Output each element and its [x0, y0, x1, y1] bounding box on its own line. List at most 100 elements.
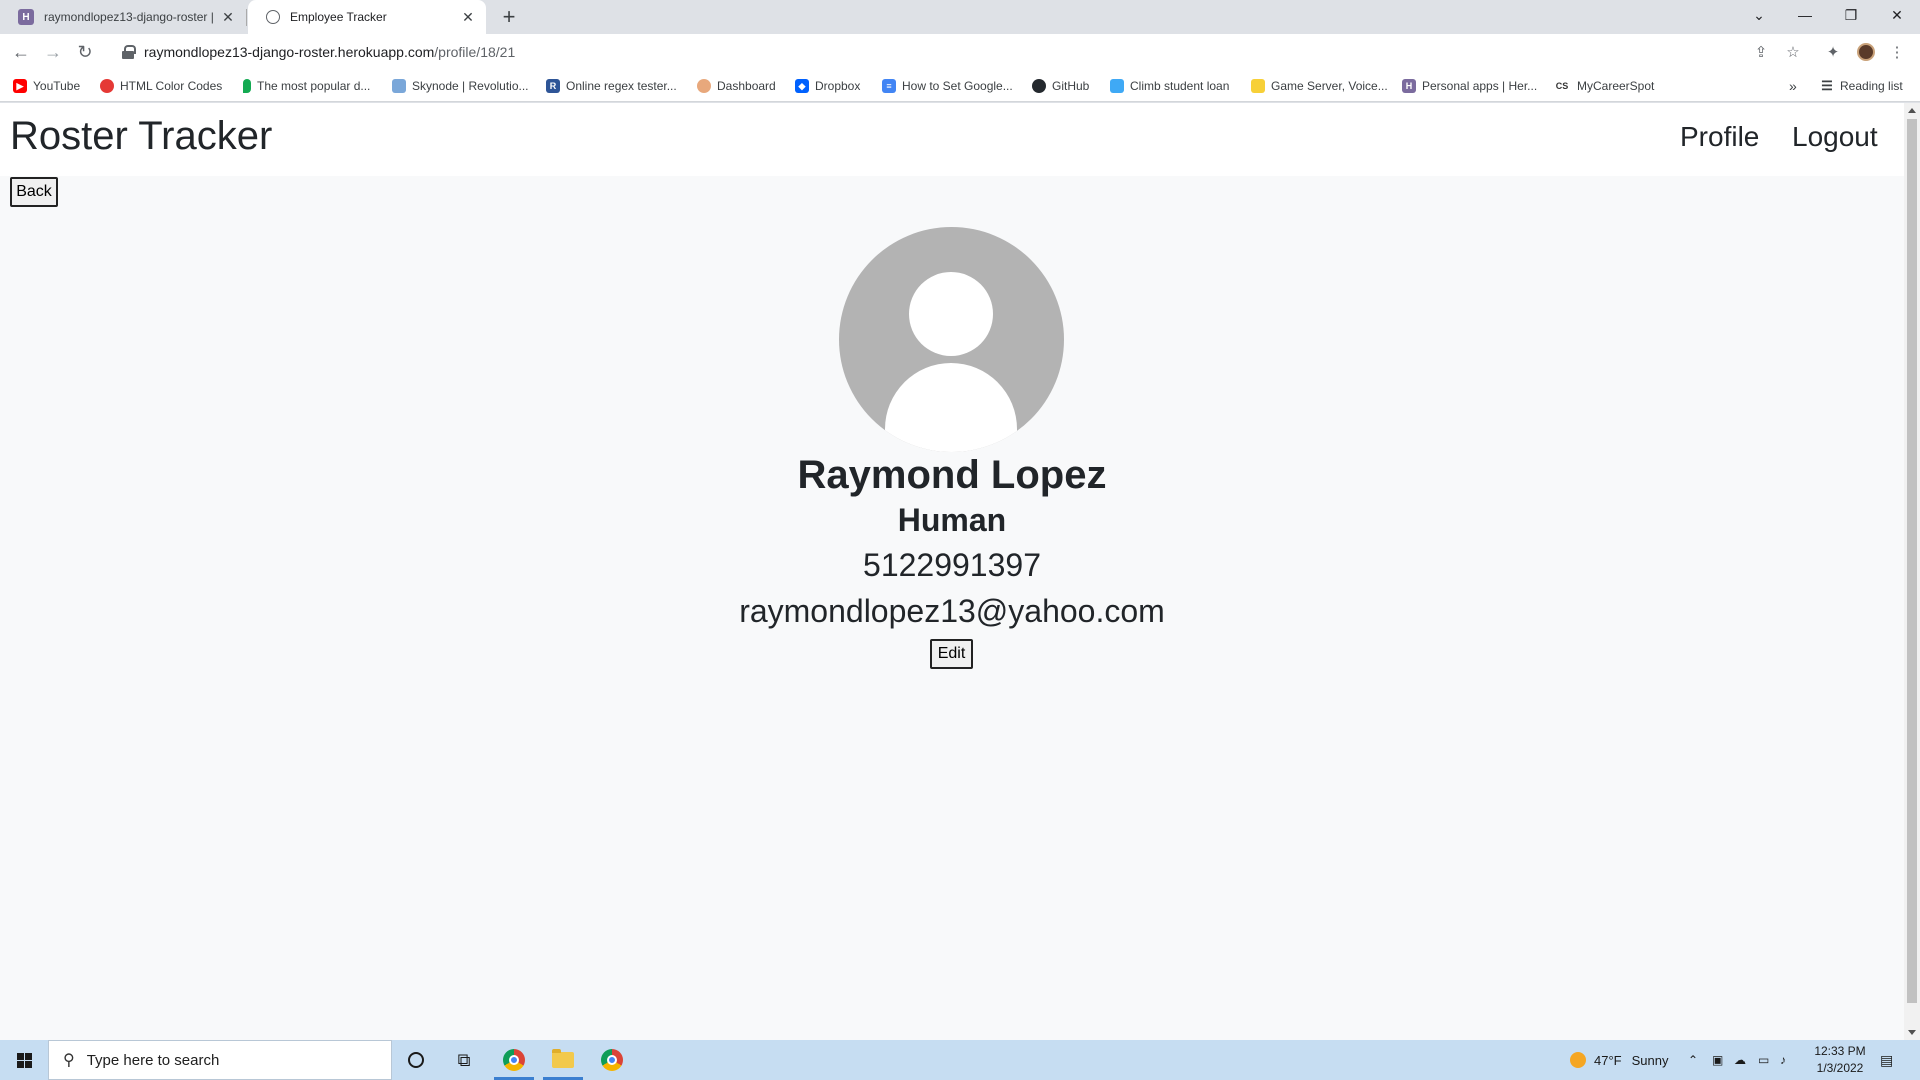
clock-date: 1/3/2022 — [1816, 1061, 1864, 1075]
avatar-placeholder-icon — [839, 227, 1064, 452]
restore-icon[interactable]: ❐ — [1828, 0, 1874, 30]
network-icon[interactable]: ▭ — [1758, 1040, 1769, 1080]
bookmark-dashboard[interactable]: Dashboard — [697, 78, 776, 94]
weather-text: Sunny — [1631, 1052, 1669, 1068]
close-tab-icon[interactable]: ✕ — [220, 9, 236, 25]
globe-icon — [266, 10, 280, 24]
page-scrollbar[interactable] — [1904, 103, 1920, 1040]
bookmark-label: Dropbox — [815, 79, 861, 93]
bookmark-dropbox[interactable]: ◆ Dropbox — [795, 78, 860, 94]
tab-search-icon[interactable]: ⌄ — [1736, 0, 1782, 30]
bookmark-label: How to Set Google... — [902, 79, 1013, 93]
mongodb-leaf-icon — [243, 79, 251, 93]
system-clock[interactable]: 12:33 PM 1/3/2022 — [1802, 1043, 1878, 1077]
notifications-icon[interactable]: ▤ — [1880, 1040, 1893, 1080]
bookmark-html-color-codes[interactable]: HTML Color Codes — [100, 78, 222, 94]
chrome-icon — [601, 1049, 623, 1071]
bookmark-label: Personal apps | Her... — [1422, 79, 1538, 93]
windows-logo-icon — [16, 1052, 32, 1068]
task-view-button[interactable]: ⧉ — [440, 1040, 488, 1080]
bookmark-personal-apps[interactable]: H Personal apps | Her... — [1402, 78, 1537, 94]
close-tab-icon[interactable]: ✕ — [460, 9, 476, 25]
back-arrow-icon[interactable]: ← — [10, 41, 32, 63]
bookmark-label: Climb student loan — [1130, 79, 1230, 93]
weather-widget[interactable]: 47°F Sunny — [1570, 1040, 1668, 1080]
taskbar-chrome[interactable] — [588, 1040, 636, 1080]
bookmark-skynode[interactable]: Skynode | Revolutio... — [392, 78, 529, 94]
bookmark-star-icon[interactable]: ☆ — [1784, 43, 1802, 61]
page-viewport: Roster Tracker Profile Logout Back Raymo… — [0, 103, 1904, 1040]
bookmark-regex-tester[interactable]: R Online regex tester... — [546, 78, 677, 94]
sun-icon — [1570, 1052, 1586, 1068]
cortana-icon — [408, 1052, 424, 1068]
reading-list-button[interactable]: ☰ Reading list — [1820, 78, 1903, 94]
bookmark-mycareerspot[interactable]: CS MyCareerSpot — [1553, 78, 1655, 94]
onedrive-icon[interactable]: ☁ — [1734, 1040, 1746, 1080]
site-brand[interactable]: Roster Tracker — [10, 114, 272, 159]
url-host: raymondlopez13-django-roster.herokuapp.c… — [144, 44, 435, 60]
extensions-icon[interactable]: ✦ — [1824, 43, 1842, 61]
taskbar-chrome-active[interactable] — [490, 1040, 538, 1080]
tab-employee-tracker[interactable]: Employee Tracker ✕ — [248, 0, 486, 34]
meet-now-icon[interactable]: ▣ — [1712, 1040, 1723, 1080]
bookmark-google-docs[interactable]: ≡ How to Set Google... — [882, 78, 1013, 94]
taskbar-search[interactable]: ⚲ Type here to search — [48, 1040, 392, 1080]
youtube-icon: ▶ — [13, 79, 27, 93]
color-codes-icon — [100, 79, 114, 93]
profile-email: raymondlopez13@yahoo.com — [739, 593, 1165, 629]
reload-icon[interactable]: ↻ — [74, 41, 96, 63]
share-icon[interactable]: ⇪ — [1752, 43, 1770, 61]
scrollbar-thumb[interactable] — [1907, 119, 1917, 1003]
forward-arrow-icon[interactable]: → — [42, 41, 64, 63]
scroll-up-icon[interactable] — [1908, 108, 1916, 113]
search-icon: ⚲ — [63, 1052, 75, 1069]
nav-logout-link[interactable]: Logout — [1792, 121, 1878, 153]
clock-time: 12:33 PM — [1814, 1044, 1866, 1058]
bookmark-climb[interactable]: Climb student loan — [1110, 78, 1229, 94]
profile-role: Human — [897, 502, 1007, 538]
url-path: /profile/18/21 — [434, 44, 516, 60]
weather-temp: 47°F — [1594, 1052, 1622, 1068]
scroll-down-icon[interactable] — [1908, 1030, 1916, 1035]
reading-list-label: Reading list — [1840, 79, 1903, 93]
address-bar[interactable]: raymondlopez13-django-roster.herokuapp.c… — [110, 38, 1780, 66]
edit-button[interactable]: Edit — [930, 639, 973, 669]
bookmark-game-server[interactable]: Game Server, Voice... — [1251, 78, 1388, 94]
bookmarks-overflow-icon[interactable]: » — [1789, 78, 1797, 94]
menu-kebab-icon[interactable]: ⋮ — [1888, 43, 1906, 61]
tab-roster-heroku[interactable]: H raymondlopez13-django-roster | ✕ — [0, 0, 246, 34]
profile-name: Raymond Lopez — [797, 453, 1107, 497]
bookmark-mongodb[interactable]: The most popular d... — [243, 78, 370, 94]
game-server-icon — [1251, 79, 1265, 93]
heroku-icon: H — [1402, 79, 1416, 93]
bookmark-github[interactable]: GitHub — [1032, 78, 1089, 94]
cortana-button[interactable] — [392, 1040, 440, 1080]
regex-icon: R — [546, 79, 560, 93]
tab-title: raymondlopez13-django-roster | — [44, 10, 214, 24]
profile-avatar-icon[interactable] — [1857, 43, 1875, 61]
github-icon — [1032, 79, 1046, 93]
minimize-icon[interactable]: — — [1782, 0, 1828, 30]
bookmark-youtube[interactable]: ▶ YouTube — [13, 78, 80, 94]
bookmark-label: The most popular d... — [257, 79, 371, 93]
cs-icon: CS — [1555, 81, 1569, 91]
start-button[interactable] — [0, 1040, 48, 1080]
bookmark-label: MyCareerSpot — [1577, 79, 1655, 93]
nav-profile-link[interactable]: Profile — [1680, 121, 1759, 153]
volume-icon[interactable]: ♪ — [1780, 1040, 1786, 1080]
avatar-body — [885, 363, 1017, 452]
chrome-icon — [503, 1049, 525, 1071]
folder-icon — [552, 1049, 574, 1068]
dropbox-icon: ◆ — [795, 79, 809, 93]
bookmark-label: Dashboard — [717, 79, 776, 93]
bookmark-label: HTML Color Codes — [120, 79, 223, 93]
tray-chevron-icon[interactable]: ⌃ — [1688, 1040, 1698, 1080]
back-button[interactable]: Back — [10, 177, 58, 207]
new-tab-button[interactable]: + — [496, 5, 522, 29]
close-window-icon[interactable]: ✕ — [1874, 0, 1920, 30]
climb-icon — [1110, 79, 1124, 93]
bookmark-label: Skynode | Revolutio... — [412, 79, 529, 93]
tab-strip: H raymondlopez13-django-roster | ✕ Emplo… — [0, 0, 1920, 34]
tab-title: Employee Tracker — [290, 10, 387, 24]
taskbar-file-explorer[interactable] — [539, 1040, 587, 1080]
